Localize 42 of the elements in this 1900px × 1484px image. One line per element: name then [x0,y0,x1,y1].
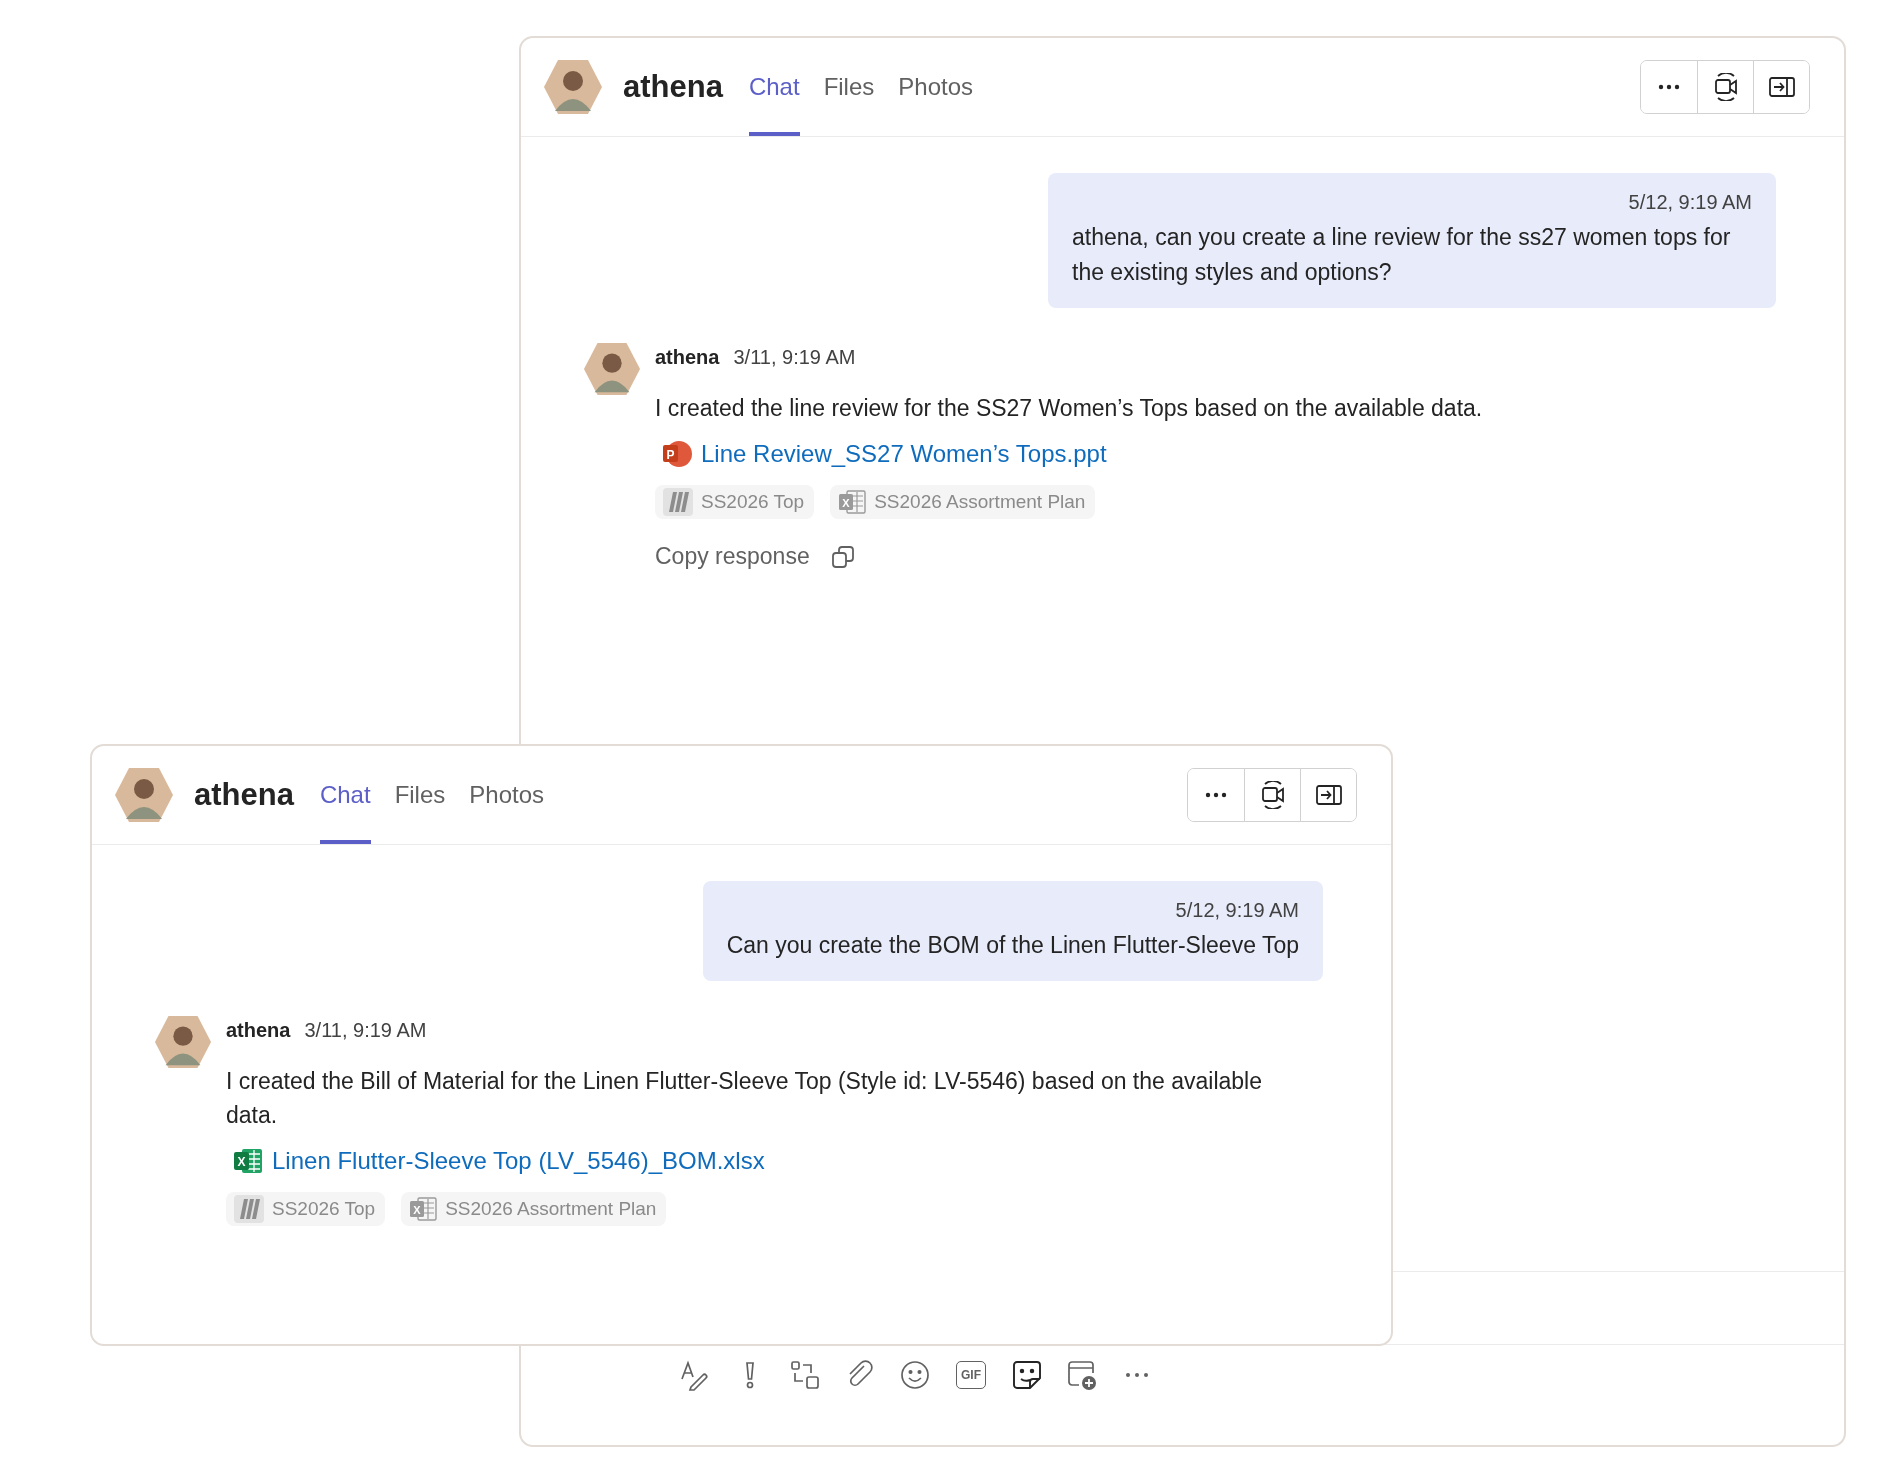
tab[interactable]: Files [394,746,446,844]
tab[interactable]: Chat [319,746,371,844]
message-text: athena, can you create a line review for the ss27 women tops for the existing styles and options? [1072,223,1732,287]
message-time: 3/11, 9:19 AM [733,346,856,369]
message-text: Can you create the BOM of the Linen Flutter-Sleeve Top [726,931,1299,960]
source-chip[interactable]: X SS2026 Assortment Plan [830,485,1096,519]
emoji-icon[interactable] [899,1359,931,1391]
avatar-icon [154,1013,212,1071]
message-time: 5/12, 9:19 AM [1628,191,1752,214]
message-time: 3/11, 9:19 AM [304,1019,427,1042]
file-link[interactable]: Linen Flutter-Sleeve Top (LV_5546)_BOM.xlsx [272,1147,765,1175]
message-time: 5/12, 9:19 AM [1175,899,1299,922]
share-screen-button[interactable] [1300,769,1356,821]
share-screen-button[interactable] [1753,61,1809,113]
tab[interactable]: Chat [748,38,800,136]
board-icon [234,1195,264,1223]
sender-name: athena [655,346,720,369]
copy-response-label: Copy response [655,543,810,570]
format-icon[interactable] [679,1359,711,1391]
sender-name: athena [226,1019,291,1042]
file-link[interactable]: Line Review_SS27 Women’s Tops.ppt [701,440,1107,468]
copy-icon[interactable] [829,543,856,570]
message-text: I created the line review for the SS27 Women’s Tops based on the available data. [655,394,1483,423]
loop-icon[interactable] [789,1359,821,1391]
tab[interactable]: Files [823,38,875,136]
avatar-icon [114,765,174,825]
avatar-icon [543,57,603,117]
sticker-icon[interactable] [1011,1359,1043,1391]
avatar-icon [583,340,641,398]
source-chip[interactable]: X SS2026 Assortment Plan [401,1192,667,1226]
gif-button[interactable]: GIF [956,1361,986,1389]
board-icon [663,488,693,516]
tab[interactable]: Photos [898,38,973,136]
source-chip[interactable]: SS2026 Top [226,1192,386,1226]
more-icon [1658,84,1680,90]
tab[interactable]: Photos [469,746,544,844]
message-text: I created the Bill of Material for the Linen Flutter-Sleeve Top (Style id: LV-5546) based on the available data. [226,1067,1264,1130]
source-chip[interactable]: SS2026 Top [655,485,815,519]
contact-name: athena [623,69,723,105]
calendar-add-icon[interactable] [1066,1359,1098,1391]
contact-name: athena [194,777,294,813]
more-icon [1205,792,1227,798]
